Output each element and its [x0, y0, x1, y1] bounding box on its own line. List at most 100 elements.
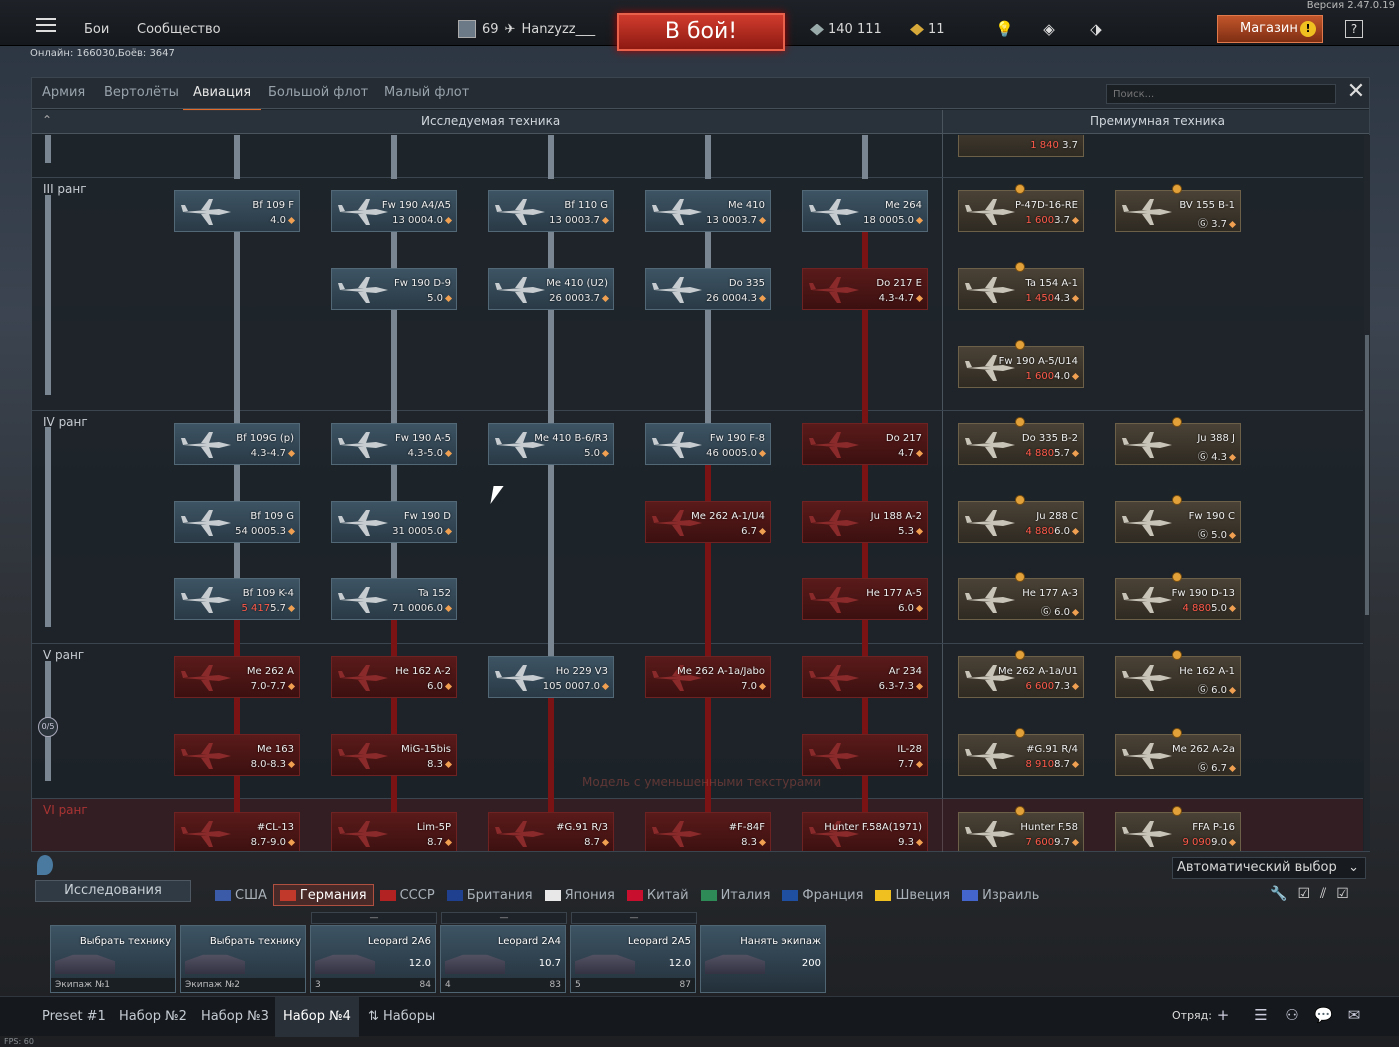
menu-battles[interactable]: Бои — [84, 22, 109, 37]
nation-tab-8[interactable]: Швеция — [869, 884, 956, 906]
premium-vehicle-card-hunter-f-58[interactable]: Hunter F.58 7 6009.7 — [958, 812, 1084, 851]
vehicle-card-me-264[interactable]: Me 264 18 0005.0 — [802, 190, 928, 232]
nation-tab-9[interactable]: Израиль — [956, 884, 1045, 906]
checkbox-ammo-icon[interactable]: ☑ — [1336, 886, 1349, 902]
vehicle-card-bf-109-g[interactable]: Bf 109 G 54 0005.3 — [174, 501, 300, 543]
premium-vehicle-card-fw-190-c[interactable]: Fw 190 C Ⓖ 5.0 — [1115, 501, 1241, 543]
premium-vehicle-card-do-335-b-2[interactable]: Do 335 B-2 4 8805.7 — [958, 423, 1084, 465]
scroll-thumb[interactable] — [1365, 335, 1369, 615]
crew-slot-3[interactable]: — Leopard 2A6 12.0 3 84 — [310, 912, 437, 993]
friends-icon[interactable]: ⚇ — [1283, 1006, 1301, 1024]
rank-label-5[interactable]: V ранг — [43, 648, 84, 662]
vehicle-card-bf-109-k-4[interactable]: Bf 109 K-4 5 4175.7 — [174, 578, 300, 620]
premium-vehicle-card-he-162-a-1[interactable]: He 162 A-1 Ⓖ 6.0 — [1115, 656, 1241, 698]
wrench-icon[interactable]: 🔧 — [1270, 886, 1287, 902]
rank-label-3[interactable]: III ранг — [43, 182, 87, 196]
vehicle-card-fw-190-a-5[interactable]: Fw 190 A-5 4.3-5.0 — [331, 423, 457, 465]
vehicle-card-fw-190-d-9[interactable]: Fw 190 D-9 5.0 — [331, 268, 457, 310]
preset-1[interactable]: Preset #1 — [42, 1009, 106, 1024]
tab-bluewater-fleet[interactable]: Большой флот — [268, 85, 368, 100]
chat-icon[interactable]: 💬 — [1314, 1006, 1333, 1024]
nation-tab-6[interactable]: Италия — [695, 884, 777, 906]
premium-vehicle-card-p-47d-16-re[interactable]: P-47D-16-RE 1 6003.7 — [958, 190, 1084, 232]
vehicle-card-fw-190-d[interactable]: Fw 190 D 31 0005.0 — [331, 501, 457, 543]
preset-4[interactable]: Набор №4 — [275, 997, 359, 1037]
presets-menu[interactable]: ⇅ Наборы — [368, 1009, 435, 1024]
premium-vehicle-card-ffa-p-16[interactable]: FFA P-16 9 0909.0 — [1115, 812, 1241, 851]
premium-vehicle-card-ta-154-a-1[interactable]: Ta 154 A-1 1 4504.3 — [958, 268, 1084, 310]
vehicle-card-cl-13[interactable]: #CL-13 8.7-9.0 — [174, 812, 300, 851]
list-icon[interactable]: ☰ — [1252, 1006, 1270, 1024]
lightbulb-icon[interactable]: 💡 — [995, 20, 1014, 38]
premium-card-partial[interactable]: 1 840 3.7 — [958, 135, 1084, 157]
plus-icon[interactable]: + — [1214, 1006, 1232, 1024]
tab-coastal-fleet[interactable]: Малый флот — [384, 85, 469, 100]
mail-icon[interactable]: ✉ — [1345, 1006, 1363, 1024]
search-input[interactable] — [1106, 84, 1336, 104]
premium-vehicle-card-fw-190-a-5-u14[interactable]: Fw 190 A-5/U14 1 6004.0 — [958, 346, 1084, 388]
vehicle-card-f-84f[interactable]: #F-84F 8.3 — [645, 812, 771, 851]
tab-helicopters[interactable]: Вертолёты — [104, 85, 179, 100]
premium-vehicle-card-ju-388-j[interactable]: Ju 388 J Ⓖ 4.3 — [1115, 423, 1241, 465]
vehicle-card-me-262-a-1a-jabo[interactable]: Me 262 A-1a/Jabo 7.0 — [645, 656, 771, 698]
vehicle-card-me-410-b-6-r3[interactable]: Me 410 B-6/R3 5.0 — [488, 423, 614, 465]
crew-slot-4[interactable]: — Leopard 2A4 10.7 4 83 — [440, 912, 567, 993]
vehicle-card-me-163[interactable]: Me 163 8.0-8.3 — [174, 734, 300, 776]
vehicle-card-do-217-e[interactable]: Do 217 E 4.3-4.7 — [802, 268, 928, 310]
premium-vehicle-card-ju-288-c[interactable]: Ju 288 C 4 8806.0 — [958, 501, 1084, 543]
diamond-icon[interactable]: ◈ — [1040, 20, 1058, 38]
vehicle-card-bf-109-f[interactable]: Bf 109 F 4.0 — [174, 190, 300, 232]
rank-label-6[interactable]: VI ранг — [43, 803, 88, 817]
crew-slot-6[interactable]: Нанять экипаж 200 — [700, 925, 826, 993]
premium-vehicle-card-he-177-a-3[interactable]: He 177 A-3 Ⓖ 6.0 — [958, 578, 1084, 620]
nation-tab-1[interactable]: Германия — [272, 884, 374, 906]
vehicle-card-lim-5p[interactable]: Lim-5P 8.7 — [331, 812, 457, 851]
crew-slot-5[interactable]: — Leopard 2A5 12.0 5 87 — [570, 912, 697, 993]
vehicle-card-do-217[interactable]: Do 217 4.7 — [802, 423, 928, 465]
preset-2[interactable]: Набор №2 — [119, 1009, 187, 1024]
player-info[interactable]: 69 ✈ Hanzyzz___ — [458, 20, 595, 38]
vehicle-card-g-91-r-3[interactable]: #G.91 R/3 8.7 — [488, 812, 614, 851]
crew-slot-1[interactable]: Выбрать технику Экипаж №1 — [50, 925, 176, 993]
preset-3[interactable]: Набор №3 — [201, 1009, 269, 1024]
vehicle-card-ar-234[interactable]: Ar 234 6.3-7.3 — [802, 656, 928, 698]
nation-tab-2[interactable]: СССР — [374, 884, 441, 906]
vehicle-card-do-335[interactable]: Do 335 26 0004.3 — [645, 268, 771, 310]
research-toggle[interactable]: Исследования — [35, 880, 191, 902]
tab-army[interactable]: Армия — [42, 85, 85, 100]
tree-scrollbar[interactable] — [1364, 135, 1370, 851]
vehicle-card-me-262-a[interactable]: Me 262 A 7.0-7.7 — [174, 656, 300, 698]
menu-community[interactable]: Сообщество — [137, 22, 221, 37]
vehicle-card-il-28[interactable]: IL-28 7.7 — [802, 734, 928, 776]
silver-lions-display[interactable]: 140 111 — [810, 22, 882, 37]
vehicle-card-me-262-a-1-u4[interactable]: Me 262 A-1/U4 6.7 — [645, 501, 771, 543]
nation-tab-3[interactable]: Британия — [441, 884, 539, 906]
vehicle-card-fw-190-f-8[interactable]: Fw 190 F-8 46 0005.0 — [645, 423, 771, 465]
vehicle-card-mig-15bis[interactable]: MiG-15bis 8.3 — [331, 734, 457, 776]
ticket-icon[interactable]: ⬗ — [1087, 20, 1105, 38]
premium-vehicle-card-g-91-r-4[interactable]: #G.91 R/4 8 9108.7 — [958, 734, 1084, 776]
nation-tab-0[interactable]: США — [209, 884, 273, 906]
collapse-up-icon[interactable]: ⌃ — [42, 113, 52, 127]
premium-vehicle-card-me-262-a-2a[interactable]: Me 262 A-2a Ⓖ 6.7 — [1115, 734, 1241, 776]
vehicle-card-he-177-a-5[interactable]: He 177 A-5 6.0 — [802, 578, 928, 620]
ammo-icon[interactable]: ⫽ — [1320, 886, 1326, 902]
crew-slot-2[interactable]: Выбрать технику Экипаж №2 — [180, 925, 306, 993]
vehicle-card-bf-109g-p[interactable]: Bf 109G (p) 4.3-4.7 — [174, 423, 300, 465]
vehicle-card-bf-110-g[interactable]: Bf 110 G 13 0003.7 — [488, 190, 614, 232]
checkbox-repair-icon[interactable]: ☑ — [1297, 886, 1310, 902]
vehicle-card-hunter-f-58a-1971[interactable]: Hunter F.58A(1971) 9.3 — [802, 812, 928, 851]
close-icon[interactable]: ✕ — [1344, 81, 1368, 105]
nation-tab-5[interactable]: Китай — [621, 884, 695, 906]
golden-eagles-display[interactable]: 11 — [910, 22, 945, 37]
vehicle-card-ju-188-a-2[interactable]: Ju 188 A-2 5.3 — [802, 501, 928, 543]
vehicle-card-ta-152[interactable]: Ta 152 71 0006.0 — [331, 578, 457, 620]
vehicle-card-ho-229-v3[interactable]: Ho 229 V3 105 0007.0 — [488, 656, 614, 698]
hamburger-menu-icon[interactable] — [36, 18, 56, 32]
premium-vehicle-card-me-262-a-1a-u1[interactable]: Me 262 A-1a/U1 6 6007.3 — [958, 656, 1084, 698]
auto-select-dropdown[interactable]: Автоматический выбор ⌄ — [1172, 857, 1366, 879]
vehicle-card-fw-190-a4-a5[interactable]: Fw 190 A4/A5 13 0004.0 — [331, 190, 457, 232]
premium-vehicle-card-bv-155-b-1[interactable]: BV 155 B-1 Ⓖ 3.7 — [1115, 190, 1241, 232]
battle-button[interactable]: В бой! — [617, 13, 785, 51]
shop-button[interactable]: Магазин — [1217, 15, 1323, 43]
